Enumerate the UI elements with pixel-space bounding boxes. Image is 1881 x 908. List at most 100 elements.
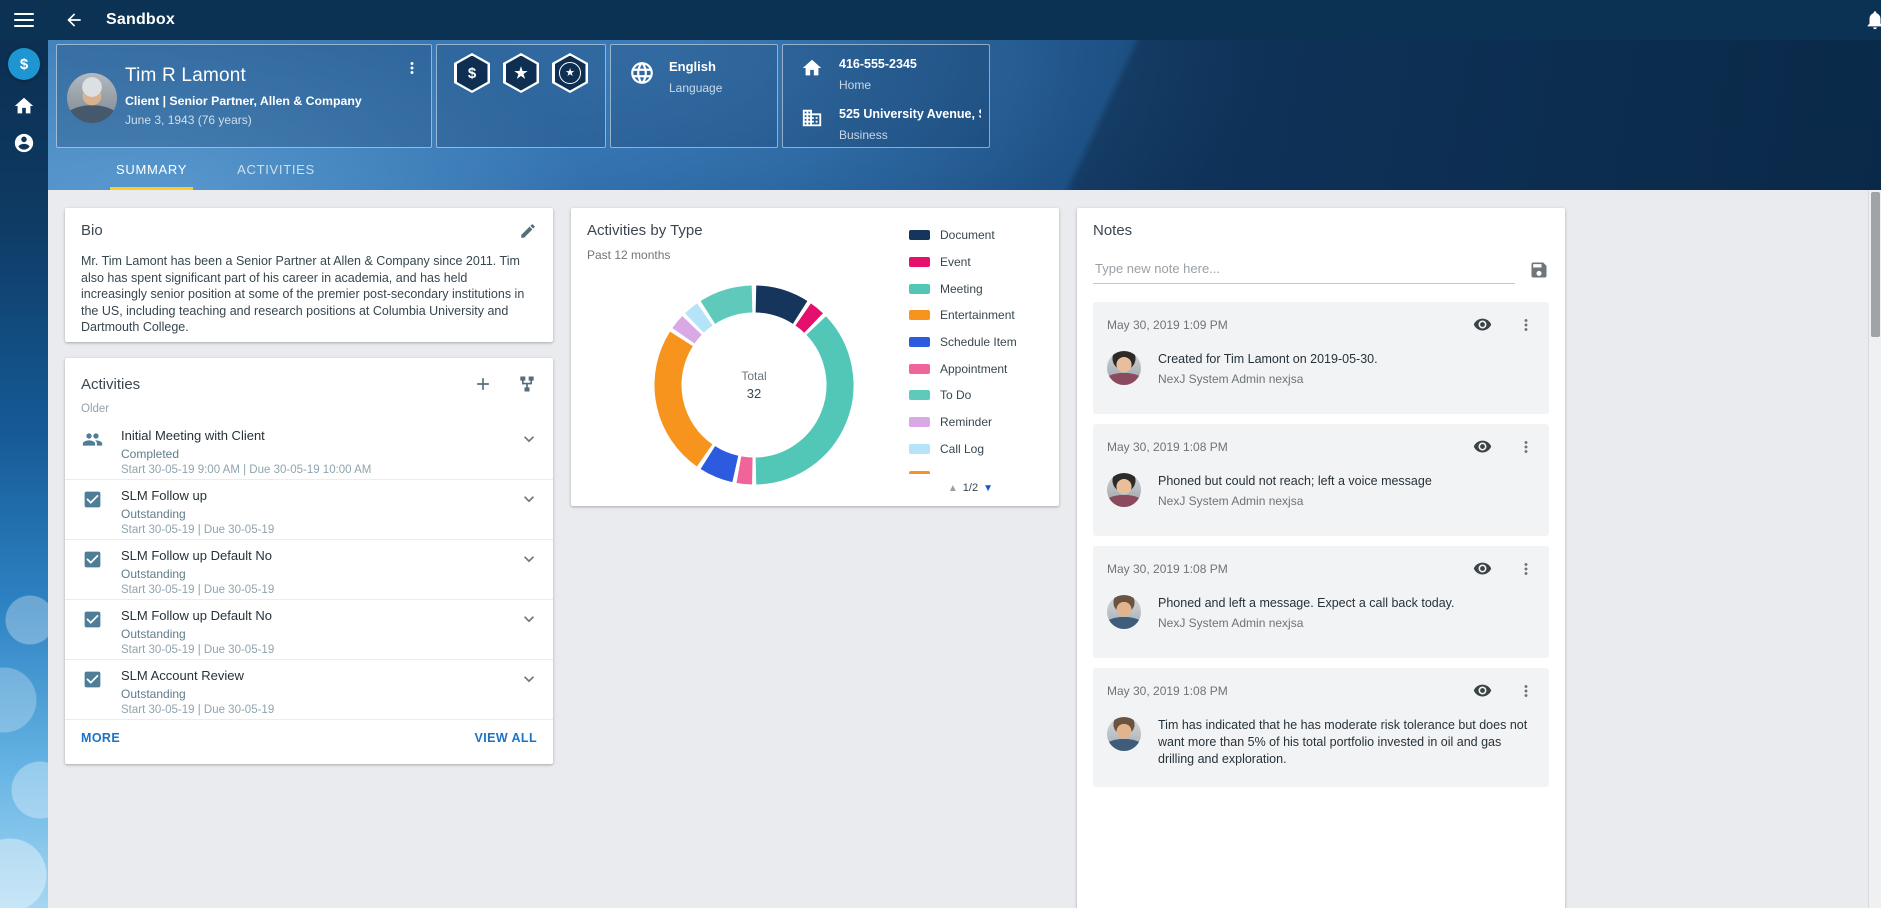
legend-swatch [909,310,930,320]
legend-label: To Do [940,388,971,402]
chevron-down-icon[interactable] [519,429,539,449]
edit-bio-icon[interactable] [519,222,537,240]
legend-item[interactable]: Schedule Item [909,329,1041,356]
legend-label: Meeting [940,282,983,296]
legend-item[interactable]: Document [909,222,1041,249]
visibility-icon[interactable] [1473,681,1492,700]
star-seal-badge-icon: ★ [559,62,581,84]
tab[interactable]: ACTIVITIES [231,152,321,190]
menu-icon[interactable] [14,13,34,27]
note-text: Tim has indicated that he has moderate r… [1158,717,1535,768]
task-check-icon [82,489,103,510]
note-card-item: May 30, 2019 1:08 PM Phoned but could no… [1093,424,1549,536]
sidebar: $ [0,40,48,908]
note-card-item: May 30, 2019 1:09 PM Created for Tim Lam… [1093,302,1549,414]
legend-label: Event [940,255,971,269]
legend-prev-icon[interactable]: ▲ [948,483,958,494]
add-activity-icon[interactable] [473,374,493,394]
activity-title: SLM Follow up Default No [121,548,509,563]
contact-role: Client | Senior Partner, Allen & Company [125,94,362,108]
language-value: English [669,59,716,74]
phone-number[interactable]: 416-555-2345 [839,57,917,71]
legend-item[interactable]: Entertainment [909,302,1041,329]
sidebar-item-finance[interactable]: $ [8,48,40,80]
contact-name: Tim R Lamont [125,65,246,87]
note-author: NexJ System Admin nexjsa [1158,494,1432,508]
visibility-icon[interactable] [1473,437,1492,456]
note-input[interactable] [1093,255,1515,284]
badge[interactable]: $ ★ ★ [503,53,539,93]
legend-item[interactable]: Reminder [909,409,1041,436]
activity-dates: Start 30-05-19 | Due 30-05-19 [121,524,509,536]
activity-list-item[interactable]: SLM Follow up Default No Outstanding Sta… [65,540,553,600]
more-button[interactable]: MORE [81,731,120,745]
note-card-item: May 30, 2019 1:08 PM Phoned and left a m… [1093,546,1549,658]
main-content: Bio Mr. Tim Lamont has been a Senior Par… [48,190,1881,908]
legend-item[interactable]: Meeting [909,275,1041,302]
avatar [1107,717,1141,751]
note-menu-icon[interactable] [1517,438,1535,456]
activity-title: SLM Follow up Default No [121,608,509,623]
legend-swatch [909,444,930,454]
activity-list-item[interactable]: Initial Meeting with Client Completed St… [65,420,553,480]
legend-swatch [909,257,930,267]
address-label: Business [839,128,888,142]
note-timestamp: May 30, 2019 1:08 PM [1107,562,1473,576]
chevron-down-icon[interactable] [519,549,539,569]
contact-card: 416-555-2345 Home 525 University Avenue,… [782,44,990,148]
chevron-down-icon[interactable] [519,489,539,509]
activity-dates: Start 30-05-19 | Due 30-05-19 [121,704,509,716]
activity-list-item[interactable]: SLM Follow up Outstanding Start 30-05-19… [65,480,553,540]
home-icon [13,95,35,117]
donut-chart[interactable] [649,280,859,490]
avatar [1107,473,1141,507]
language-card: English Language [610,44,778,148]
activity-list-item[interactable]: SLM Account Review Outstanding Start 30-… [65,660,553,720]
legend-item[interactable]: Appointment [909,355,1041,382]
save-note-icon[interactable] [1529,260,1549,280]
legend-label: Reminder [940,415,992,429]
badge[interactable]: $ ★ ★ [454,53,490,93]
activity-dates: Start 30-05-19 | Due 30-05-19 [121,584,509,596]
note-timestamp: May 30, 2019 1:08 PM [1107,440,1473,454]
profile-menu-icon[interactable] [403,59,421,77]
note-menu-icon[interactable] [1517,316,1535,334]
legend-item[interactable]: Event [909,249,1041,276]
legend-item[interactable] [909,462,1041,474]
activity-list-item[interactable]: SLM Follow up Default No Outstanding Sta… [65,600,553,660]
visibility-icon[interactable] [1473,559,1492,578]
legend-item[interactable]: Call Log [909,436,1041,463]
note-timestamp: May 30, 2019 1:09 PM [1107,318,1473,332]
scrollbar-thumb[interactable] [1871,192,1880,337]
legend-item[interactable]: To Do [909,382,1041,409]
profile-header: Tim R Lamont Client | Senior Partner, Al… [48,40,1881,190]
activity-status: Outstanding [121,627,509,641]
note-menu-icon[interactable] [1517,682,1535,700]
legend-swatch [909,337,930,347]
address[interactable]: 525 University Avenue, S... [839,107,981,121]
note-text: Phoned but could not reach; left a voice… [1158,473,1432,490]
legend-label: Call Log [940,442,984,456]
contact-birthdate: June 3, 1943 (76 years) [125,113,252,127]
activity-status: Completed [121,447,509,461]
hierarchy-view-icon[interactable] [517,374,537,394]
legend-label: Appointment [940,362,1007,376]
visibility-icon[interactable] [1473,315,1492,334]
badge[interactable]: $ ★ ★ [552,53,588,93]
avatar [1107,595,1141,629]
tab[interactable]: SUMMARY [110,152,193,190]
sidebar-item-contacts[interactable] [13,132,35,154]
chevron-down-icon[interactable] [519,609,539,629]
chart-legend: Document Event Meeting Entertainment [909,222,1041,474]
back-button[interactable] [64,10,84,30]
sidebar-item-home[interactable] [13,95,35,117]
task-check-icon [82,549,103,570]
activities-card: Activities Older Initial Meeting with Cl… [65,358,553,764]
chevron-down-icon[interactable] [519,669,539,689]
badges-card: $ ★ ★ $ ★ ★ $ ★ [436,44,606,148]
notifications-icon[interactable] [1864,9,1881,31]
star-badge-icon: ★ [514,66,527,81]
legend-next-icon[interactable]: ▼ [983,483,993,494]
note-menu-icon[interactable] [1517,560,1535,578]
view-all-button[interactable]: VIEW ALL [475,731,537,745]
